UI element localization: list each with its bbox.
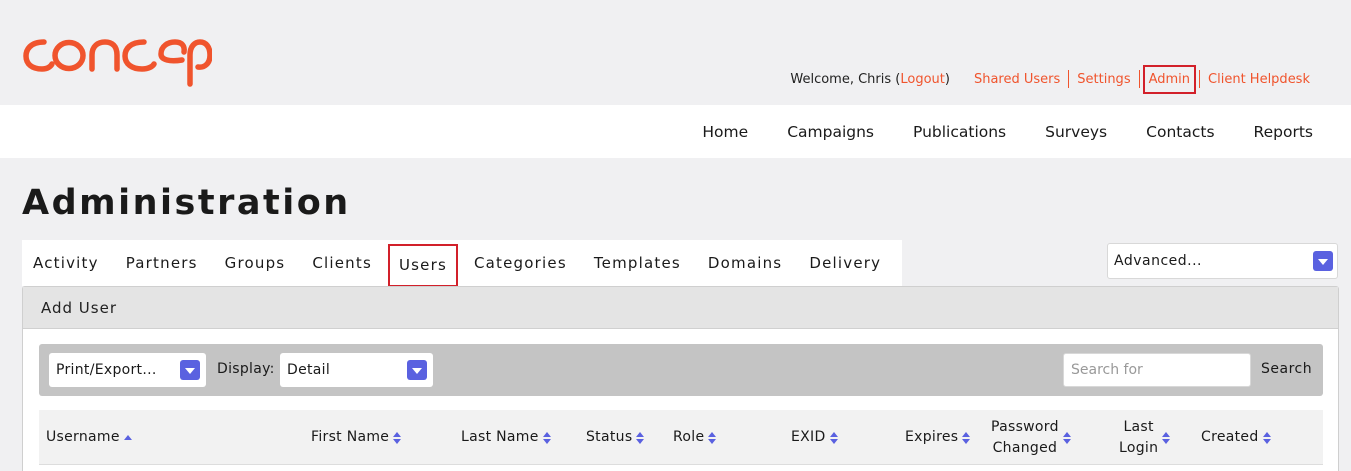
settings-link[interactable]: Settings xyxy=(1069,72,1138,87)
main-nav: Home Campaigns Publications Surveys Cont… xyxy=(0,105,1351,158)
advanced-select[interactable]: Advanced... xyxy=(1107,243,1338,279)
tab-groups[interactable]: Groups xyxy=(214,254,297,272)
tab-activity[interactable]: Activity xyxy=(22,254,110,272)
client-helpdesk-link[interactable]: Client Helpdesk xyxy=(1200,72,1318,87)
tab-clients[interactable]: Clients xyxy=(301,254,383,272)
nav-campaigns[interactable]: Campaigns xyxy=(787,123,874,141)
logout-link[interactable]: Logout xyxy=(900,72,945,87)
top-bar: Welcome, Chris (Logout) Shared Users Set… xyxy=(0,0,1351,105)
nav-surveys[interactable]: Surveys xyxy=(1045,123,1107,141)
column-last-login[interactable]: Last Login xyxy=(1119,410,1171,465)
sort-arrows-icon[interactable] xyxy=(542,431,551,444)
welcome-text: Welcome, Chris (Logout) xyxy=(790,71,950,87)
column-first-name[interactable]: First Name xyxy=(311,410,402,465)
concep-logo[interactable] xyxy=(22,36,212,88)
sort-arrows-icon[interactable] xyxy=(393,431,402,444)
nav-publications[interactable]: Publications xyxy=(913,123,1006,141)
sort-arrows-icon[interactable] xyxy=(829,431,838,444)
users-panel: Add User Print/Export... Display: Detail… xyxy=(22,286,1339,471)
admin-tabs: Activity Partners Groups Clients Users C… xyxy=(22,240,902,287)
page-title: Administration xyxy=(22,183,351,223)
add-user-header[interactable]: Add User xyxy=(23,287,1338,329)
column-created[interactable]: Created xyxy=(1201,410,1271,465)
tab-partners[interactable]: Partners xyxy=(115,254,209,272)
column-expires[interactable]: Expires xyxy=(905,410,971,465)
search-input[interactable] xyxy=(1063,353,1251,387)
top-links: Welcome, Chris (Logout) Shared Users Set… xyxy=(790,62,1318,96)
search-button[interactable]: Search xyxy=(1261,361,1312,377)
tab-delivery[interactable]: Delivery xyxy=(798,254,892,272)
divider xyxy=(1138,70,1140,88)
column-last-name[interactable]: Last Name xyxy=(461,410,551,465)
tab-domains[interactable]: Domains xyxy=(697,254,793,272)
column-username[interactable]: Username xyxy=(46,410,132,465)
advanced-select-value: Advanced... xyxy=(1114,253,1203,269)
nav-reports[interactable]: Reports xyxy=(1254,123,1313,141)
chevron-down-icon[interactable] xyxy=(1313,251,1333,271)
print-export-value: Print/Export... xyxy=(56,362,157,378)
table-toolbar: Print/Export... Display: Detail Search xyxy=(39,344,1323,396)
admin-link[interactable]: Admin xyxy=(1142,64,1197,94)
display-label: Display: xyxy=(217,361,275,377)
column-exid[interactable]: EXID xyxy=(791,410,838,465)
chevron-down-icon[interactable] xyxy=(180,360,200,380)
users-table-header: Username First Name Last Name Status Rol… xyxy=(39,410,1323,465)
add-user-label[interactable]: Add User xyxy=(41,299,117,317)
nav-home[interactable]: Home xyxy=(702,123,748,141)
nav-contacts[interactable]: Contacts xyxy=(1146,123,1214,141)
column-status[interactable]: Status xyxy=(586,410,645,465)
tab-categories[interactable]: Categories xyxy=(463,254,578,272)
sort-arrows-icon[interactable] xyxy=(962,431,971,444)
display-select-value: Detail xyxy=(287,362,331,378)
column-role[interactable]: Role xyxy=(673,410,717,465)
chevron-down-icon[interactable] xyxy=(407,360,427,380)
shared-users-link[interactable]: Shared Users xyxy=(966,72,1068,87)
sort-arrows-icon[interactable] xyxy=(1262,431,1271,444)
display-select[interactable]: Detail xyxy=(280,353,433,387)
sort-arrows-icon[interactable] xyxy=(708,431,717,444)
tab-templates[interactable]: Templates xyxy=(583,254,692,272)
sort-arrows-icon[interactable] xyxy=(636,431,645,444)
print-export-select[interactable]: Print/Export... xyxy=(49,353,206,387)
sort-arrows-icon[interactable] xyxy=(1162,431,1171,444)
sort-arrows-icon[interactable] xyxy=(1062,431,1071,444)
sort-asc-icon[interactable] xyxy=(123,432,132,444)
column-password-changed[interactable]: Password Changed xyxy=(991,410,1071,465)
tab-users[interactable]: Users xyxy=(387,243,458,287)
